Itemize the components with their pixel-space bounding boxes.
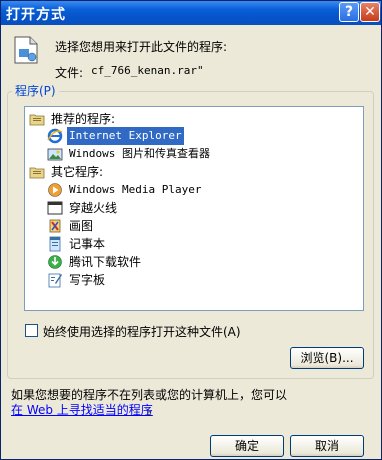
group-label: 推荐的程序: bbox=[51, 112, 116, 126]
help-button[interactable]: ? bbox=[339, 2, 359, 22]
open-with-dialog: 打开方式 ? ✕ 选择您想用来打开此文件的程序: 文件: cf_766_kena… bbox=[0, 0, 382, 460]
paint-icon bbox=[49, 219, 61, 233]
dialog-description: 选择您想用来打开此文件的程序: bbox=[55, 40, 228, 54]
folder-icon bbox=[29, 167, 45, 179]
picture-viewer-icon bbox=[47, 148, 63, 161]
folder-icon bbox=[29, 114, 45, 126]
file-name: cf_766_kenan.rar" bbox=[91, 64, 204, 77]
file-label: 文件: bbox=[55, 66, 84, 80]
ok-button[interactable]: 确定 bbox=[210, 435, 284, 457]
program-label: 穿越火线 bbox=[69, 201, 118, 215]
file-icon bbox=[14, 36, 38, 64]
close-button[interactable]: ✕ bbox=[360, 2, 380, 22]
wordpad-icon bbox=[48, 273, 62, 288]
internet-explorer-icon bbox=[47, 128, 63, 144]
window-title: 打开方式 bbox=[6, 7, 66, 23]
media-player-icon bbox=[48, 183, 62, 197]
crossfire-icon bbox=[47, 201, 63, 215]
programs-legend: 程序(P) bbox=[12, 82, 59, 99]
always-use-label[interactable]: 始终使用选择的程序打开这种文件(A) bbox=[43, 323, 241, 340]
always-use-checkbox[interactable] bbox=[25, 324, 38, 337]
tencent-download-icon bbox=[48, 255, 62, 269]
program-label: 写字板 bbox=[69, 273, 106, 287]
group-label: 其它程序: bbox=[51, 165, 104, 179]
footer-link-tail: 。 bbox=[147, 403, 160, 417]
browse-button[interactable]: 浏览(B)... bbox=[290, 347, 364, 369]
program-label: Windows 图片和传真查看器 bbox=[69, 147, 210, 160]
program-label: Windows Media Player bbox=[69, 183, 202, 196]
program-label: 腾讯下载软件 bbox=[69, 255, 142, 269]
web-search-link[interactable]: 在 Web 上寻找适当的程序 bbox=[11, 401, 153, 418]
title-bar[interactable]: 打开方式 ? ✕ bbox=[1, 1, 381, 25]
program-label: Internet Explorer bbox=[66, 126, 185, 146]
program-label: 画图 bbox=[69, 219, 94, 233]
program-list[interactable]: 推荐的程序: Internet Explorer Windows 图片和传真查看… bbox=[24, 106, 364, 311]
notepad-icon bbox=[49, 236, 61, 252]
program-label: 记事本 bbox=[69, 237, 106, 251]
cancel-button[interactable]: 取消 bbox=[290, 435, 364, 457]
